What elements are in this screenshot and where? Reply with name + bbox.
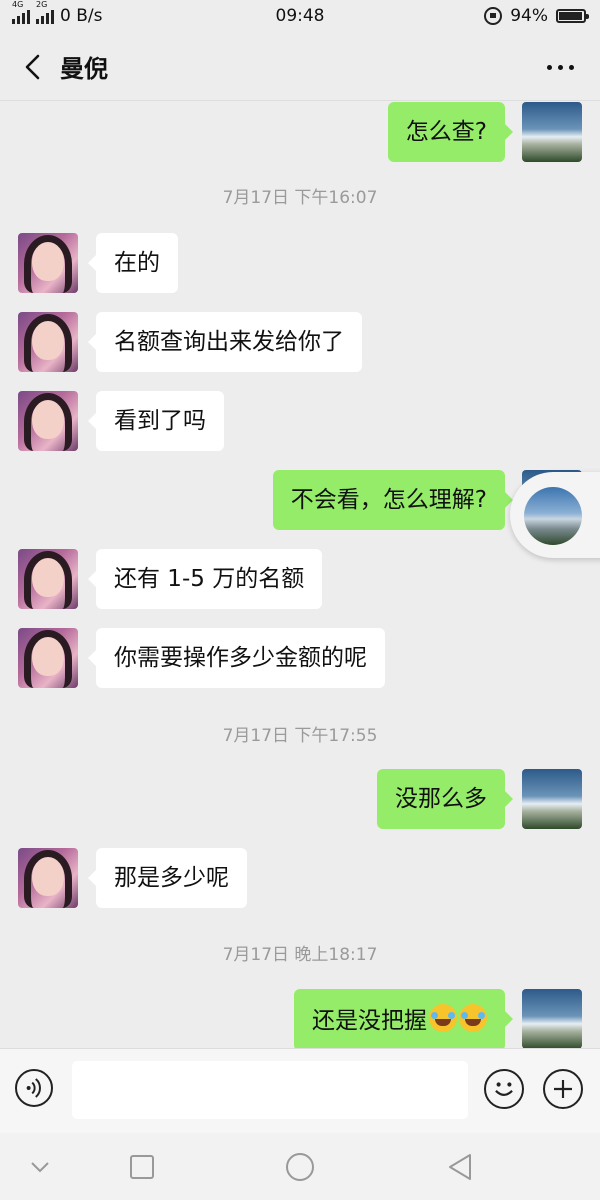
status-bar: 4G 2G 0 B/s 09:48 94% [0, 0, 600, 34]
laughing-emoji-icon [429, 1004, 457, 1032]
message-received: 名额查询出来发给你了 [18, 312, 362, 372]
floating-avatar [524, 487, 582, 545]
message-received: 在的 [18, 233, 178, 293]
my-avatar[interactable] [522, 989, 582, 1048]
nav-home-icon[interactable] [280, 1151, 320, 1183]
chat-header: 曼倪 [0, 34, 600, 101]
contact-avatar[interactable] [18, 549, 78, 609]
timestamp: 7月17日 晚上18:17 [222, 945, 378, 965]
my-avatar[interactable] [522, 102, 582, 162]
message-received: 你需要操作多少金额的呢 [18, 628, 385, 688]
message-text: 还是没把握 [312, 1008, 427, 1034]
message-bubble[interactable]: 你需要操作多少金额的呢 [88, 628, 385, 688]
message-bubble[interactable]: 不会看，怎么理解? [272, 470, 514, 530]
message-bubble[interactable]: 还是没把握 [294, 989, 513, 1048]
voice-icon[interactable] [15, 1069, 53, 1107]
timestamp: 7月17日 下午17:55 [222, 726, 378, 746]
input-bar [0, 1048, 600, 1133]
contact-avatar[interactable] [18, 848, 78, 908]
timestamp: 7月17日 下午16:07 [222, 188, 378, 208]
battery-icon [556, 9, 589, 23]
message-sent: 没那么多 [377, 769, 582, 829]
battery-level [559, 12, 582, 20]
more-dots-icon[interactable] [547, 65, 574, 70]
battery-percent: 94% [510, 6, 548, 26]
laughing-emoji-icon [459, 1004, 487, 1032]
message-bubble[interactable]: 在的 [88, 233, 178, 293]
rotation-lock-icon [484, 7, 503, 25]
plus-icon[interactable] [543, 1069, 583, 1109]
contact-avatar[interactable] [18, 391, 78, 451]
message-received: 还有 1-5 万的名额 [18, 549, 323, 609]
message-bubble[interactable]: 那是多少呢 [88, 848, 247, 908]
contact-avatar[interactable] [18, 233, 78, 293]
back-arrow-icon[interactable] [18, 50, 52, 84]
chat-title: 曼倪 [60, 55, 108, 83]
message-bubble[interactable]: 还有 1-5 万的名额 [87, 549, 323, 609]
nav-recents-icon[interactable] [122, 1151, 162, 1183]
message-sent: 怎么查? [387, 102, 582, 162]
message-bubble[interactable]: 怎么查? [387, 102, 514, 162]
message-bubble[interactable]: 名额查询出来发给你了 [88, 312, 362, 372]
my-avatar[interactable] [522, 769, 582, 829]
message-received: 看到了吗 [18, 391, 224, 451]
emoji-icon[interactable] [484, 1069, 524, 1109]
message-bubble[interactable]: 看到了吗 [88, 391, 224, 451]
message-list[interactable]: 怎么查? 7月17日 下午16:07 在的 名额查询出来发给你了 看到了吗 不会… [0, 101, 600, 1048]
nav-back-icon[interactable] [440, 1151, 480, 1183]
message-input[interactable] [72, 1061, 468, 1119]
status-right: 94% [484, 6, 589, 26]
contact-avatar[interactable] [18, 312, 78, 372]
nav-collapse-icon[interactable] [20, 1151, 60, 1183]
message-received: 那是多少呢 [18, 848, 247, 908]
system-nav-bar [0, 1133, 600, 1200]
message-bubble[interactable]: 没那么多 [377, 769, 513, 829]
floating-window-button[interactable] [510, 472, 600, 558]
contact-avatar[interactable] [18, 628, 78, 688]
message-sent: 还是没把握 [294, 989, 582, 1048]
